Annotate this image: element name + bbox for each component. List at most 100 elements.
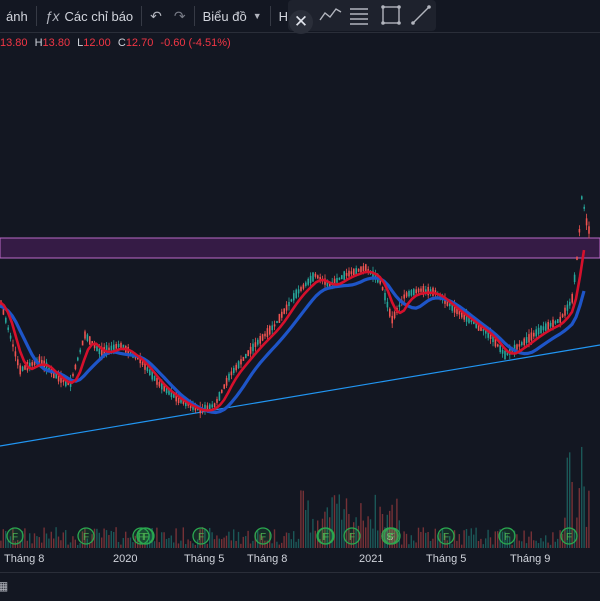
time-axis-label: 2020 [113,553,138,565]
candle-body [528,334,530,343]
candle-body [7,327,9,330]
candle-body [79,349,81,353]
rectangle-icon[interactable] [381,5,401,25]
close-drawing-toolbar-button[interactable]: ✕ [289,10,313,34]
candle-body [535,329,537,337]
volume-bar [271,543,273,548]
time-axis[interactable]: Tháng 8 2020 Tháng 5 Tháng 8 2021 Tháng … [0,550,600,570]
candle-body [2,309,5,315]
candle-body [276,320,278,324]
volume-bar [194,544,196,548]
volume-bar [187,539,189,548]
indicators-button[interactable]: ƒx Các chỉ báo [39,0,139,32]
candle-body [14,351,17,357]
volume-bar [55,527,57,548]
volume-bar [168,537,170,548]
event-marker-label: F [260,532,266,543]
volume-bar [492,544,494,548]
volume-bar [173,542,175,548]
resistance-zone[interactable] [0,237,600,259]
candle-body [410,290,413,296]
candle-body [360,266,362,273]
candle-body [110,345,113,351]
volume-bar [338,494,340,548]
candle-body [545,323,547,331]
volume-bar [141,544,144,548]
volume-bar [249,543,252,548]
event-marker-label: F [443,532,449,543]
volume-bar [540,538,542,548]
candle-body [343,271,345,280]
candle-body [261,334,264,341]
candle-body [115,344,117,349]
volume-bar [314,530,316,548]
candle-body [417,288,420,293]
redo-button[interactable]: ↷ [168,0,192,32]
support-trendline[interactable] [0,344,600,447]
chart-menu-button[interactable]: Biểu đồ ▼ [197,0,268,32]
trend-line-icon[interactable] [411,5,431,25]
volume-bar [288,533,290,548]
volume-bar [458,534,460,548]
event-marker: F [560,527,578,545]
candle-body [588,226,590,234]
volume-bar [240,543,242,548]
candle-body [149,369,151,375]
event-marker: F [343,527,361,545]
volume-bar [247,530,249,548]
volume-bar [523,530,525,548]
calendar-icon[interactable]: ▦ [0,579,8,593]
volume-bar [309,532,312,548]
volume-bar [177,543,180,548]
volume-bar [5,530,7,548]
candle-body [576,256,578,260]
volume-bar [98,532,100,548]
candle-body [153,375,156,381]
volume-bar [72,536,74,548]
candle-body [211,404,213,408]
low-value: 12.00 [83,37,111,49]
undo-button[interactable]: ↶ [144,0,168,32]
candle-body [391,315,393,324]
volume-bar [427,531,429,548]
volume-bar [415,542,417,548]
price-chart[interactable]: FFFFFFFFSFFFFFFF [0,0,600,600]
candle-body [362,266,365,271]
candle-body [312,272,314,282]
candle-body [141,361,144,366]
toolbar-partial-button[interactable]: ánh [0,0,34,32]
trend-path-icon[interactable] [319,8,342,21]
candle-body [223,384,225,389]
volume-bar [549,544,552,548]
volume-bar [223,537,225,548]
volume-bar [108,535,110,548]
candle-body [230,371,233,376]
candle-body [571,294,573,303]
volume-bar [405,533,408,548]
volume-bar [537,543,540,548]
candle-body [297,289,300,294]
candle-body [117,343,120,348]
candle-body [9,335,12,339]
candle-body [408,290,410,297]
volume-bar [511,544,513,548]
candle-body [413,289,415,295]
fib-lines-icon[interactable] [350,8,368,25]
candle-body [206,405,209,410]
volume-bar [554,541,556,548]
volume-bar [588,490,590,548]
volume-bar [69,542,72,548]
ohlc-legend: 13.80 H13.80 L12.00 C12.70 -0.60 (-4.51%… [0,37,231,49]
event-marker-label: F [83,532,89,543]
volume-bar [429,540,432,548]
time-axis-label: Tháng 8 [247,553,288,565]
candle-body [309,275,312,284]
candle-body [264,333,266,337]
volume-bar [38,537,40,548]
volume-bar [74,539,76,548]
volume-bar [408,544,410,548]
volume-bar [24,528,26,548]
volume-bar [581,446,583,548]
chevron-down-icon: ▼ [252,11,262,21]
event-marker: F [437,527,455,545]
